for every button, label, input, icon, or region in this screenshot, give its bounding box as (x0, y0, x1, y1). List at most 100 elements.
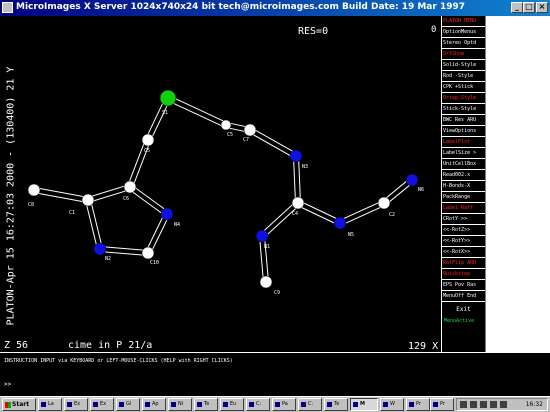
atom-label: C7 (243, 137, 249, 143)
atom-n1[interactable] (255, 229, 269, 243)
taskbar-button[interactable]: Te (324, 398, 348, 411)
taskbar-button[interactable]: Ap (142, 398, 166, 411)
atom-c7[interactable] (243, 123, 257, 137)
start-button[interactable]: Start (2, 398, 36, 411)
taskbar-button[interactable]: C: (246, 398, 270, 411)
menu-item[interactable]: Rod -Style (442, 71, 485, 82)
taskbar-button-label: Gl (126, 401, 132, 407)
taskbar-button[interactable]: Eu (220, 398, 244, 411)
atom-c9[interactable] (259, 275, 273, 289)
title-bar[interactable]: MicroImages X Server 1024x740x24 bit tec… (0, 0, 550, 16)
speaker-icon[interactable] (460, 401, 467, 408)
atom-c6[interactable] (123, 180, 137, 194)
menu-item[interactable]: LabelPlot (442, 137, 485, 148)
taskbar-button-label: W (390, 401, 395, 407)
bond-line (166, 99, 226, 128)
taskbar-button[interactable]: Pr (430, 398, 454, 411)
bond-line (259, 200, 297, 235)
atom-n4[interactable] (160, 207, 174, 221)
close-button[interactable]: × (536, 2, 548, 13)
atom-n6[interactable] (405, 173, 419, 187)
menu-item[interactable]: ViewOptions (442, 126, 485, 137)
taskbar-button[interactable]: M (350, 398, 378, 411)
taskbar-button[interactable]: Ex (90, 398, 114, 411)
menu-item[interactable]: Label Raff (442, 203, 485, 214)
app-icon (145, 402, 150, 407)
bond-line (33, 191, 88, 203)
atom-n5[interactable] (333, 216, 347, 230)
menu-item[interactable]: Solid-Style (442, 60, 485, 71)
atom-n2[interactable] (93, 242, 107, 256)
taskbar-button[interactable]: Ex (64, 398, 88, 411)
taskbar-button-label: Pr (440, 401, 445, 407)
res-label: RES=0 (298, 26, 329, 37)
bond-line (168, 95, 228, 124)
minimize-button[interactable]: _ (511, 2, 523, 13)
menu-item[interactable]: Stick-Style (442, 104, 485, 115)
bond-line (145, 212, 166, 253)
taskbar-button[interactable]: W (380, 398, 404, 411)
menu-item[interactable]: OptionMenus (442, 27, 485, 38)
atom-n3[interactable] (289, 149, 303, 163)
menu-item[interactable]: OrtShow (442, 49, 485, 60)
system-tray: 16:32 (456, 398, 548, 411)
menu-item[interactable]: Quickstep (442, 269, 485, 280)
taskbar-button-label: Pa (282, 401, 288, 407)
taskbar-button-label: La (48, 401, 54, 407)
maximize-button[interactable]: □ (523, 2, 535, 13)
menu-item[interactable]: LabelSize > (442, 148, 485, 159)
menu-item[interactable]: <<-RotY>> (442, 236, 485, 247)
tray-app-icon[interactable] (480, 401, 487, 408)
menu-item[interactable]: Ortep-Style (442, 93, 485, 104)
taskbar-button[interactable]: Pr (406, 398, 430, 411)
bond-line (89, 199, 103, 249)
command-prompt[interactable]: >> (4, 381, 11, 388)
menu-item[interactable]: CPK +Stick (442, 82, 485, 93)
molecule-graph: S1 C5 C5 C7 N3 C4 N5 C2 N6 N1 C9 C6 C1 C8 N2 C10 N4 (27, 89, 424, 296)
atom-s1[interactable] (159, 89, 177, 107)
menu-item[interactable]: CRotY >> (442, 214, 485, 225)
atom-c4[interactable] (291, 196, 305, 210)
molecule-canvas[interactable]: S1 C5 C5 C7 N3 C4 N5 C2 N6 N1 C9 C6 C1 C8 N2 C10 N4 RES=… (0, 16, 441, 352)
atom-c5a[interactable] (141, 133, 155, 147)
atom-c10[interactable] (141, 246, 155, 260)
atom-label: C2 (389, 212, 395, 218)
menu-item[interactable]: MenuOff End (442, 291, 485, 302)
menu-item[interactable]: <<-RotZ>> (442, 225, 485, 236)
atom-c8[interactable] (27, 183, 41, 197)
exit-button[interactable]: Exit (442, 302, 485, 318)
bond-line (248, 131, 296, 159)
instruction-area[interactable]: INSTRUCTION INPUT via KEYBOARD or LEFT-M… (0, 352, 550, 396)
taskbar-button[interactable]: La (38, 398, 62, 411)
network-icon[interactable] (470, 401, 477, 408)
menu-item[interactable]: BWC Res ARU (442, 115, 485, 126)
atom-label: N4 (174, 222, 180, 228)
atom-label: C8 (28, 202, 34, 208)
atom-c5b[interactable] (220, 119, 232, 131)
taskbar-button-label: Ex (100, 401, 107, 407)
bond-line (128, 188, 166, 217)
tray-app-icon[interactable] (500, 401, 507, 408)
taskbar-button[interactable]: C: (298, 398, 322, 411)
space-group-label: cime in P 21/a (68, 340, 153, 351)
atom-c2[interactable] (377, 196, 391, 210)
taskbar-button-label: Ni (178, 401, 184, 407)
taskbar-button[interactable]: Ni (168, 398, 192, 411)
menu-item[interactable]: RotFlip ARU (442, 258, 485, 269)
taskbar-button[interactable]: Gl (116, 398, 140, 411)
taskbar-button[interactable]: Pa (272, 398, 296, 411)
taskbar-button[interactable]: Te (194, 398, 218, 411)
tray-app-icon[interactable] (490, 401, 497, 408)
menu-item[interactable]: Stereo Optd (442, 38, 485, 49)
menu-item[interactable]: Read002.x (442, 170, 485, 181)
bond-line (263, 204, 301, 239)
menu-item[interactable]: H-Bonds-X (442, 181, 485, 192)
app-icon[interactable] (2, 2, 13, 13)
menu-item[interactable]: <<-RotX>> (442, 247, 485, 258)
app-icon (383, 402, 388, 407)
menu-item[interactable]: EPS Pov Ras (442, 280, 485, 291)
menu-item[interactable]: UnitCellBox (442, 159, 485, 170)
menu-item[interactable]: PackRange (442, 192, 485, 203)
scale-label: 129 X (408, 341, 439, 352)
atom-c1[interactable] (81, 193, 95, 207)
